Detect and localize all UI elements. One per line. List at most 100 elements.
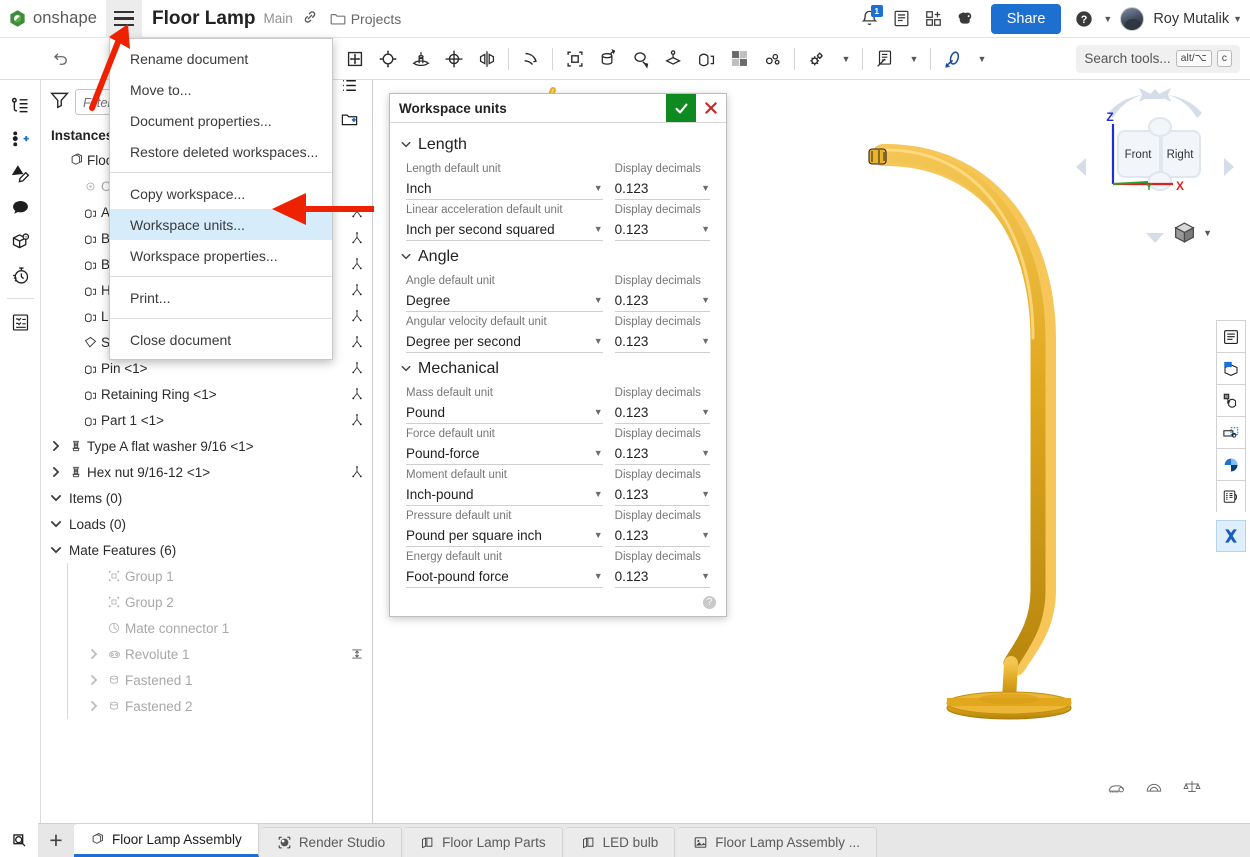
list-view-icon[interactable] <box>334 80 364 102</box>
mate-icon[interactable] <box>350 387 364 401</box>
mate-icon[interactable] <box>350 413 364 427</box>
share-button[interactable]: Share <box>991 4 1062 34</box>
mate-icon[interactable] <box>350 309 364 323</box>
workspace-branch-label[interactable]: Main <box>263 11 292 26</box>
insert-feature-icon[interactable] <box>690 42 723 76</box>
angle-icon[interactable] <box>1144 778 1164 801</box>
mate-icon[interactable] <box>437 42 470 76</box>
mate-icon[interactable] <box>350 205 364 219</box>
tab-search-icon[interactable] <box>0 823 38 857</box>
markup-icon[interactable] <box>5 156 35 190</box>
undo-toolbar-icon[interactable] <box>44 42 77 76</box>
unit-select[interactable]: Degree▼ <box>406 289 603 312</box>
insert-part-icon[interactable] <box>1216 384 1246 416</box>
decimals-select[interactable]: 0.123▼ <box>615 330 710 353</box>
dialog-section-header[interactable]: Length <box>390 129 726 159</box>
menu-item[interactable]: Restore deleted workspaces... <box>110 136 332 167</box>
mate-icon[interactable] <box>350 335 364 349</box>
tree-twisty-icon[interactable] <box>85 648 103 660</box>
mate-feature-item[interactable]: Mate connector 1 <box>41 615 372 641</box>
measure-chevron-down-icon[interactable]: ▼ <box>969 42 993 76</box>
menu-item[interactable]: Workspace units... <box>110 209 332 240</box>
mate-icon[interactable] <box>350 361 364 375</box>
group-icon[interactable] <box>558 42 591 76</box>
mate-feature-item[interactable]: Fastened 1 <box>41 667 372 693</box>
document-tab[interactable]: Render Studio <box>261 827 402 857</box>
menu-item[interactable]: Print... <box>110 282 332 313</box>
decimals-select[interactable]: 0.123▼ <box>615 442 710 465</box>
tree-twisty-icon[interactable] <box>47 519 65 529</box>
decimals-select[interactable]: 0.123▼ <box>615 483 710 506</box>
link-icon[interactable] <box>302 9 318 28</box>
decimals-select[interactable]: 0.123▼ <box>615 289 710 312</box>
display-state-chevron-down-icon[interactable]: ▼ <box>901 42 925 76</box>
document-tab[interactable]: Floor Lamp Assembly <box>74 823 259 857</box>
breadcrumb-folder[interactable]: Projects <box>330 11 402 27</box>
section-view-icon[interactable] <box>1216 352 1246 384</box>
mate-feature-item[interactable]: Group 2 <box>41 589 372 615</box>
assembly-settings-chevron-down-icon[interactable]: ▼ <box>833 42 857 76</box>
help-icon[interactable]: ? <box>703 596 716 609</box>
tree-group[interactable]: Mate Features (6) <box>41 537 372 563</box>
comments-icon[interactable] <box>5 190 35 224</box>
close-studio-icon[interactable] <box>1216 520 1246 552</box>
release-candidate-icon[interactable] <box>887 4 917 34</box>
filter-icon[interactable] <box>49 89 70 115</box>
tree-group[interactable]: Loads (0) <box>41 511 372 537</box>
unit-select[interactable]: Inch▼ <box>406 177 603 200</box>
limits-icon[interactable] <box>350 647 364 661</box>
view-orientation-chevron-down-icon[interactable]: ▼ <box>1203 228 1212 238</box>
menu-item[interactable]: Close document <box>110 324 332 355</box>
tree-item[interactable]: Hex nut 9/16-12 <1> <box>41 459 372 485</box>
move-icon[interactable] <box>338 42 371 76</box>
replicate-icon[interactable] <box>514 42 547 76</box>
tree-twisty-icon[interactable] <box>85 700 103 712</box>
mate-connector-icon[interactable] <box>591 42 624 76</box>
history-icon[interactable] <box>5 258 35 292</box>
tree-group[interactable]: Items (0) <box>41 485 372 511</box>
decimals-select[interactable]: 0.123▼ <box>615 401 710 424</box>
display-state-icon[interactable] <box>868 42 901 76</box>
tree-twisty-icon[interactable] <box>47 493 65 503</box>
appearance-icon[interactable] <box>1216 448 1246 480</box>
decimals-select[interactable]: 0.123▼ <box>615 524 710 547</box>
unit-select[interactable]: Degree per second▼ <box>406 330 603 353</box>
help-icon[interactable]: ? <box>1069 4 1099 34</box>
decimals-select[interactable]: 0.123▼ <box>615 565 710 588</box>
unit-select[interactable]: Foot-pound force▼ <box>406 565 603 588</box>
menu-item[interactable]: Workspace properties... <box>110 240 332 271</box>
tree-twisty-icon[interactable] <box>85 674 103 686</box>
document-tab[interactable]: LED bulb <box>565 827 676 857</box>
user-chevron-down-icon[interactable]: ▼ <box>1233 14 1242 24</box>
transform-icon[interactable] <box>404 42 437 76</box>
decimals-select[interactable]: 0.123▼ <box>615 218 710 241</box>
mass-properties-icon[interactable] <box>1182 778 1202 801</box>
menu-item[interactable]: Document properties... <box>110 105 332 136</box>
add-tab-button[interactable]: + <box>38 823 74 857</box>
view-cube[interactable]: Z X Y Front Right <box>1070 85 1240 250</box>
document-tab[interactable]: Floor Lamp Assembly ... <box>677 827 877 857</box>
display-list-icon[interactable] <box>1216 320 1246 352</box>
feature-list-icon[interactable] <box>5 88 35 122</box>
measure-annotate-icon[interactable] <box>936 42 969 76</box>
tree-twisty-icon[interactable] <box>47 466 65 478</box>
new-folder-icon[interactable] <box>334 102 364 136</box>
onshape-logo[interactable]: onshape <box>0 9 106 28</box>
parts-query-icon[interactable]: ? <box>5 224 35 258</box>
search-tools-input[interactable]: Search tools... alt/⌥ c <box>1076 45 1240 73</box>
apps-icon[interactable] <box>919 4 949 34</box>
edit-in-context-icon[interactable] <box>657 42 690 76</box>
bell-icon[interactable]: 1 <box>855 4 885 34</box>
configure-icon[interactable] <box>756 42 789 76</box>
unit-select[interactable]: Inch per second squared▼ <box>406 218 603 241</box>
unit-select[interactable]: Pound per square inch▼ <box>406 524 603 547</box>
dialog-section-header[interactable]: Angle <box>390 241 726 271</box>
mate-icon[interactable] <box>350 465 364 479</box>
measure-icon[interactable] <box>1106 778 1126 801</box>
document-menu-button[interactable] <box>106 0 142 38</box>
mate-feature-item[interactable]: Group 1 <box>41 563 372 589</box>
learning-center-icon[interactable] <box>951 4 981 34</box>
dialog-ok-button[interactable] <box>666 94 696 122</box>
mate-icon[interactable] <box>350 257 364 271</box>
exploded-view-icon[interactable] <box>723 42 756 76</box>
